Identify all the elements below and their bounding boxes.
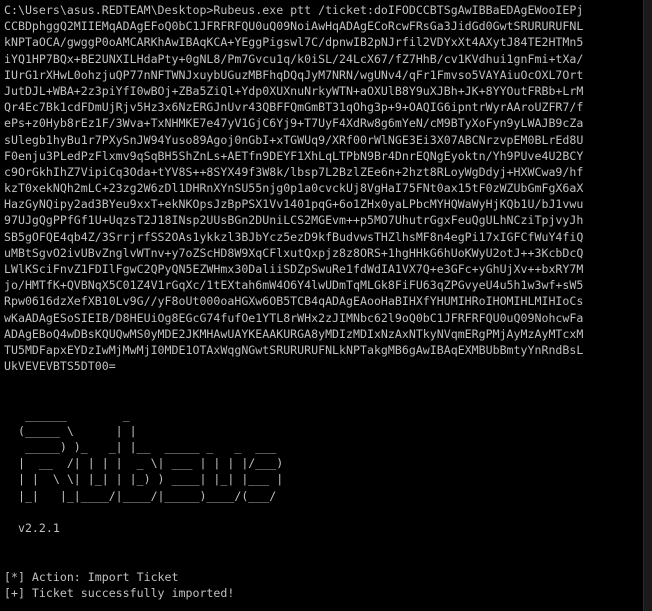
output-line: [*] Action: Import Ticket [4, 569, 179, 584]
vertical-scrollbar[interactable] [643, 0, 652, 611]
command-wrapped-line: IUrG1rXHwL0ohzjuQP77nNFTWNJxuybUGuzMBFhq… [4, 67, 584, 82]
command-wrapped-line: Rpw0616dzXefXB10Lv9G//yF8oUt000oaHGXw6OB… [4, 294, 584, 309]
command-wrapped-line: uMBtSgvO2ivUBvZnglvWTnv+y7oZScHD8W9XqCFl… [4, 245, 584, 260]
console-window[interactable]: C:\Users\asus.REDTEAM\Desktop>Rubeus.exe… [0, 0, 644, 611]
banner-ascii-line: | __ /| | | | _ \| ___ | | | |/___) [4, 456, 284, 471]
command-wrapped-line: ADAgEBoQ4wDBsKQUQwMS0yMDE2JKMHAwUAYKEAAK… [4, 326, 584, 341]
banner-ascii-line: ______ _ [4, 407, 130, 422]
banner-ascii-line: _____) )_ _| |__ _____ _ _ ___ [4, 440, 277, 455]
banner-ascii-line: | | \ \| |_| | |_) ) ____| |_| |___ | [4, 472, 284, 487]
command-wrapped-line: Qr4Ec7Bk1cdFDmUjRjv5Hz3x6NzERGJnUvr43QBF… [4, 100, 584, 115]
version-label: v2.2.1 [4, 521, 60, 535]
command-wrapped-line: SB5gOFQE4qb4Z/3SrrjrfSS2OAs1ykkzl3BJbYcz… [4, 229, 584, 244]
command-wrapped-line: wKaADAgESoSIEIB/D8HEUiOg8EGcG74fufOe1YTL… [4, 310, 584, 325]
command-wrapped-line: JutDJL+WBA+2z3piYfI0wBOj+ZBa5ZiQl+Ydp0XU… [4, 83, 584, 98]
command-wrapped-line: UkVEVEVBTS5DT00= [4, 359, 116, 374]
command-wrapped-line: sUlegb1hyBu1r7PXySnJW94Yuso89Agoj0nGbI+x… [4, 132, 584, 147]
command-wrapped-line: HazGyNQipy2ad3BYeu9xxT+ekNKOpsJzBpPSX1Vv… [4, 197, 584, 212]
command-prompt-line: C:\Users\asus.REDTEAM\Desktop>Rubeus.exe… [4, 3, 584, 17]
command-wrapped-line: CCBDphggQ2MIIEMqADAgEFoQ0bC1JFRFRFQU0uQ0… [4, 19, 584, 34]
command-wrapped-line: kNPTaOCA/gwggP0oAMCARKhAwIBAqKCA+YEggPig… [4, 35, 584, 50]
command-wrapped-line: TU5MDFapxEYDzIwMjMwMjI0MDE1OTAxWqgNGwtSR… [4, 342, 584, 357]
banner-ascii-line: (_____ \ | | [4, 423, 137, 438]
command-wrapped-line: 97UJgQgPPfGf1U+UqzsT2J18INsp2UUsBGn2DUni… [4, 213, 584, 228]
command-wrapped-line: c9OrGkhIhZ7VipiCq3Oda+tYV8S++8SYX49f3W8k… [4, 164, 584, 179]
output-line: [+] Ticket successfully imported! [4, 585, 235, 600]
banner-ascii-line: |_| |_|____/|____/|_____)____/(___/ [4, 488, 277, 503]
command-wrapped-line: kzT0xekNQh2mLC+23zg2W6zDl1DHRnXYnSU55njg… [4, 181, 584, 196]
command-wrapped-line: ePs+z0Hyb8rEz1F/3Wva+TxNHMKE7e47yV1GjC6Y… [4, 116, 584, 131]
command-wrapped-line: iYQ1HP7BQx+BE2UNXILHdaPty+0gNL8/Pm7Gvcu1… [4, 51, 584, 66]
command-wrapped-line: F0enju3PLedPzFlxmv9qSqBH5ShZnLs+AETfn9DE… [4, 148, 584, 163]
command-wrapped-line: LWlKSciFnvZ1FDIlFgwC2QPyQN5EZWHmx30Dalii… [4, 262, 584, 276]
command-wrapped-line: jo/HMTfK+QVBNqX5C01Z4V1rGqXc/1tEXtah6mW4… [4, 278, 584, 293]
